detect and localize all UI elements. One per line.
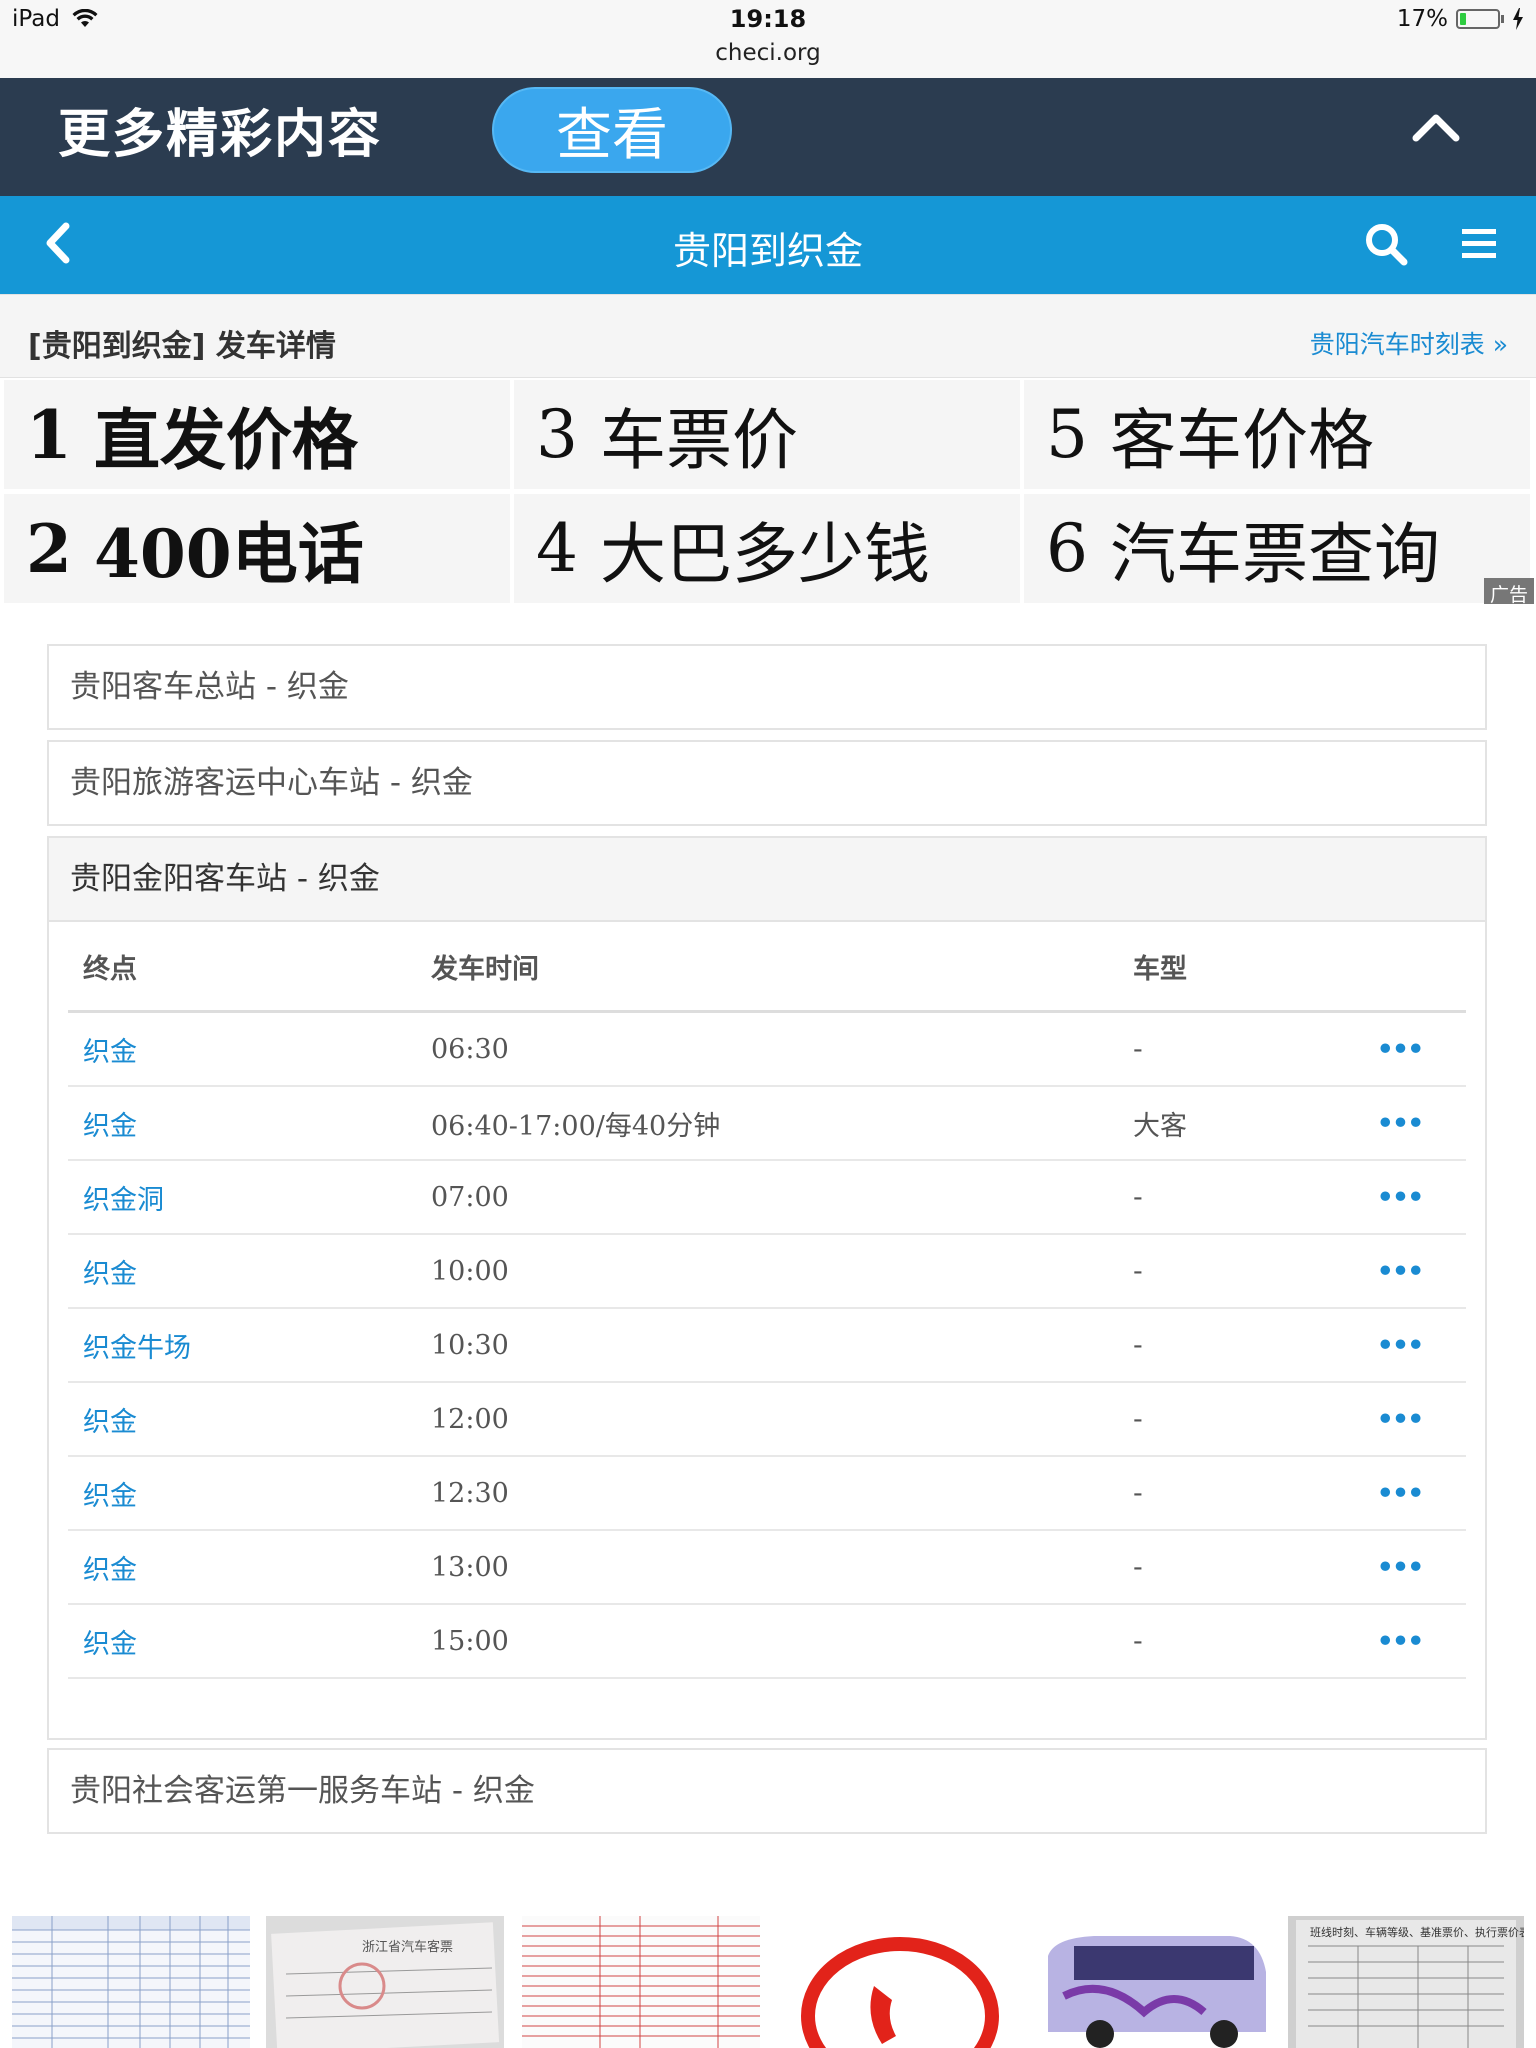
destination-link[interactable]: 织金 xyxy=(68,1456,416,1531)
vehicle-type: - xyxy=(1118,1160,1318,1235)
departure-time: 10:30 xyxy=(416,1308,1118,1383)
charging-icon xyxy=(1513,8,1523,30)
ad-link-6[interactable]: 6 汽车票查询 xyxy=(1024,494,1530,603)
table-row: 织金 12:00 - ••• xyxy=(68,1382,1466,1457)
vehicle-type: - xyxy=(1118,1456,1318,1531)
ad-link-3[interactable]: 3 车票价 xyxy=(514,380,1020,489)
more-icon[interactable]: ••• xyxy=(1318,1086,1466,1161)
table-row: 织金 10:00 - ••• xyxy=(68,1234,1466,1309)
vehicle-type: - xyxy=(1118,1234,1318,1309)
departure-time: 15:00 xyxy=(416,1604,1118,1679)
menu-icon[interactable] xyxy=(1460,222,1498,266)
more-icon[interactable]: ••• xyxy=(1318,1011,1466,1087)
nav-bar: 贵阳到织金 xyxy=(0,196,1536,294)
more-icon[interactable]: ••• xyxy=(1318,1234,1466,1309)
table-thumbnail-graphic xyxy=(12,1916,250,2048)
destination-link[interactable]: 织金洞 xyxy=(68,1160,416,1235)
battery-percent: 17% xyxy=(1396,6,1448,32)
schedule-table: 终点 发车时间 车型 织金 06:30 - ••• 织金 06:40-17:00… xyxy=(68,922,1466,1679)
table-header-row: 终点 发车时间 车型 xyxy=(68,922,1466,1013)
col-destination: 终点 xyxy=(68,922,416,1013)
vehicle-type: - xyxy=(1118,1308,1318,1383)
table-row: 织金 06:40-17:00/每40分钟 大客 ••• xyxy=(68,1086,1466,1161)
ad-link-1[interactable]: 1 直发价格 xyxy=(4,380,510,489)
more-icon[interactable]: ••• xyxy=(1318,1456,1466,1531)
ad-link-4[interactable]: 4 大巴多少钱 xyxy=(514,494,1020,603)
ad-link-5[interactable]: 5 客车价格 xyxy=(1024,380,1530,489)
station-title: 贵阳客车总站 - 织金 xyxy=(70,669,349,705)
airport-code-table-image[interactable] xyxy=(12,1916,250,2048)
departure-time: 06:30 xyxy=(416,1011,1118,1087)
station-title: 贵阳旅游客运中心车站 - 织金 xyxy=(70,765,473,801)
station-title: 贵阳社会客运第一服务车站 - 织金 xyxy=(70,1773,535,1809)
departure-time: 13:00 xyxy=(416,1530,1118,1605)
table-row: 织金 15:00 - ••• xyxy=(68,1604,1466,1679)
bus-graphic xyxy=(1048,1936,1266,2048)
departure-time: 07:00 xyxy=(416,1160,1118,1235)
col-departure-time: 发车时间 xyxy=(416,922,1118,1013)
station-item[interactable]: 贵阳客车总站 - 织金 xyxy=(47,644,1487,730)
battery-tip xyxy=(1501,15,1504,23)
table-row: 织金 06:30 - ••• xyxy=(68,1011,1466,1087)
more-icon[interactable]: ••• xyxy=(1318,1530,1466,1605)
notice-title: 班线时刻、车辆等级、基准票价、执行票价表 xyxy=(1310,1926,1524,1939)
fare-notice-image[interactable]: 班线时刻、车辆等级、基准票价、执行票价表 xyxy=(1288,1916,1524,2048)
col-vehicle-type: 车型 xyxy=(1118,922,1318,1013)
related-images-strip: 浙江省汽车客票 班线时刻、车辆等级、基准票价、执行票价表 xyxy=(0,1872,1536,2048)
battery-icon xyxy=(1456,9,1500,29)
status-right: 17% xyxy=(1397,6,1524,32)
more-icon[interactable]: ••• xyxy=(1318,1382,1466,1457)
vehicle-type: 大客 xyxy=(1118,1086,1318,1161)
table-row: 织金 12:30 - ••• xyxy=(68,1456,1466,1531)
chevron-up-icon[interactable] xyxy=(1410,106,1462,146)
table-row: 织金 13:00 - ••• xyxy=(68,1530,1466,1605)
status-bar: iPad 19:18 checi.org 17% xyxy=(0,0,1536,78)
more-icon[interactable]: ••• xyxy=(1318,1160,1466,1235)
promo-banner: 更多精彩内容 查看 xyxy=(0,78,1536,196)
vehicle-type: - xyxy=(1118,1604,1318,1679)
station-item-expanded: 贵阳金阳客车站 - 织金 终点 发车时间 车型 织金 06:30 - ••• 织… xyxy=(47,836,1487,1740)
station-item[interactable]: 贵阳社会客运第一服务车站 - 织金 xyxy=(47,1748,1487,1834)
timetable-link[interactable]: 贵阳汽车时刻表 » xyxy=(1310,325,1508,361)
page-title: 贵阳到织金 xyxy=(672,229,863,273)
vehicle-type: - xyxy=(1118,1530,1318,1605)
ad-link-2[interactable]: 2 400电话 xyxy=(4,494,510,603)
destination-link[interactable]: 织金 xyxy=(68,1382,416,1457)
search-icon[interactable] xyxy=(1362,220,1410,268)
more-icon[interactable]: ••• xyxy=(1318,1308,1466,1383)
table-row: 织金牛场 10:30 - ••• xyxy=(68,1308,1466,1383)
vehicle-type: - xyxy=(1118,1382,1318,1457)
departure-time: 10:00 xyxy=(416,1234,1118,1309)
destination-link[interactable]: 织金 xyxy=(68,1234,416,1309)
departure-time: 06:40-17:00/每40分钟 xyxy=(416,1086,1118,1161)
col-more xyxy=(1318,922,1466,1013)
table-row: 织金洞 07:00 - ••• xyxy=(68,1160,1466,1235)
status-time: 19:18 xyxy=(729,5,807,33)
section-header: [贵阳到织金] 发车详情 贵阳汽车时刻表 » xyxy=(0,294,1536,378)
destination-link[interactable]: 织金 xyxy=(68,1604,416,1679)
tour-bus-image[interactable] xyxy=(1034,1916,1270,2048)
fare-list-thumbnail-graphic xyxy=(522,1916,760,2048)
view-button[interactable]: 查看 xyxy=(492,87,732,173)
bus-ticket-image[interactable]: 浙江省汽车客票 xyxy=(266,1916,504,2048)
station-title[interactable]: 贵阳金阳客车站 - 织金 xyxy=(49,838,1485,922)
destination-link[interactable]: 织金 xyxy=(68,1530,416,1605)
station-item[interactable]: 贵阳旅游客运中心车站 - 织金 xyxy=(47,740,1487,826)
section-title: [贵阳到织金] 发车详情 xyxy=(28,329,336,364)
promo-text: 更多精彩内容 xyxy=(58,105,383,165)
station-list: 贵阳客车总站 - 织金 贵阳旅游客运中心车站 - 织金 贵阳金阳客车站 - 织金… xyxy=(0,604,1536,1872)
phone-logo-graphic xyxy=(801,1937,999,2048)
ticket-title: 浙江省汽车客票 xyxy=(362,1940,454,1955)
fare-list-image[interactable] xyxy=(522,1916,760,2048)
departure-time: 12:30 xyxy=(416,1456,1118,1531)
phone-logo-image[interactable] xyxy=(778,1916,1016,2048)
more-icon[interactable]: ••• xyxy=(1318,1604,1466,1679)
departure-time: 12:00 xyxy=(416,1382,1118,1457)
ad-grid: 1 直发价格 2 400电话 3 车票价 4 大巴多少钱 5 客车价格 6 汽车票查询 xyxy=(0,378,1536,604)
destination-link[interactable]: 织金牛场 xyxy=(68,1308,416,1383)
vehicle-type: - xyxy=(1118,1011,1318,1087)
page-url[interactable]: checi.org xyxy=(0,40,1536,66)
destination-link[interactable]: 织金 xyxy=(68,1011,416,1087)
destination-link[interactable]: 织金 xyxy=(68,1086,416,1161)
